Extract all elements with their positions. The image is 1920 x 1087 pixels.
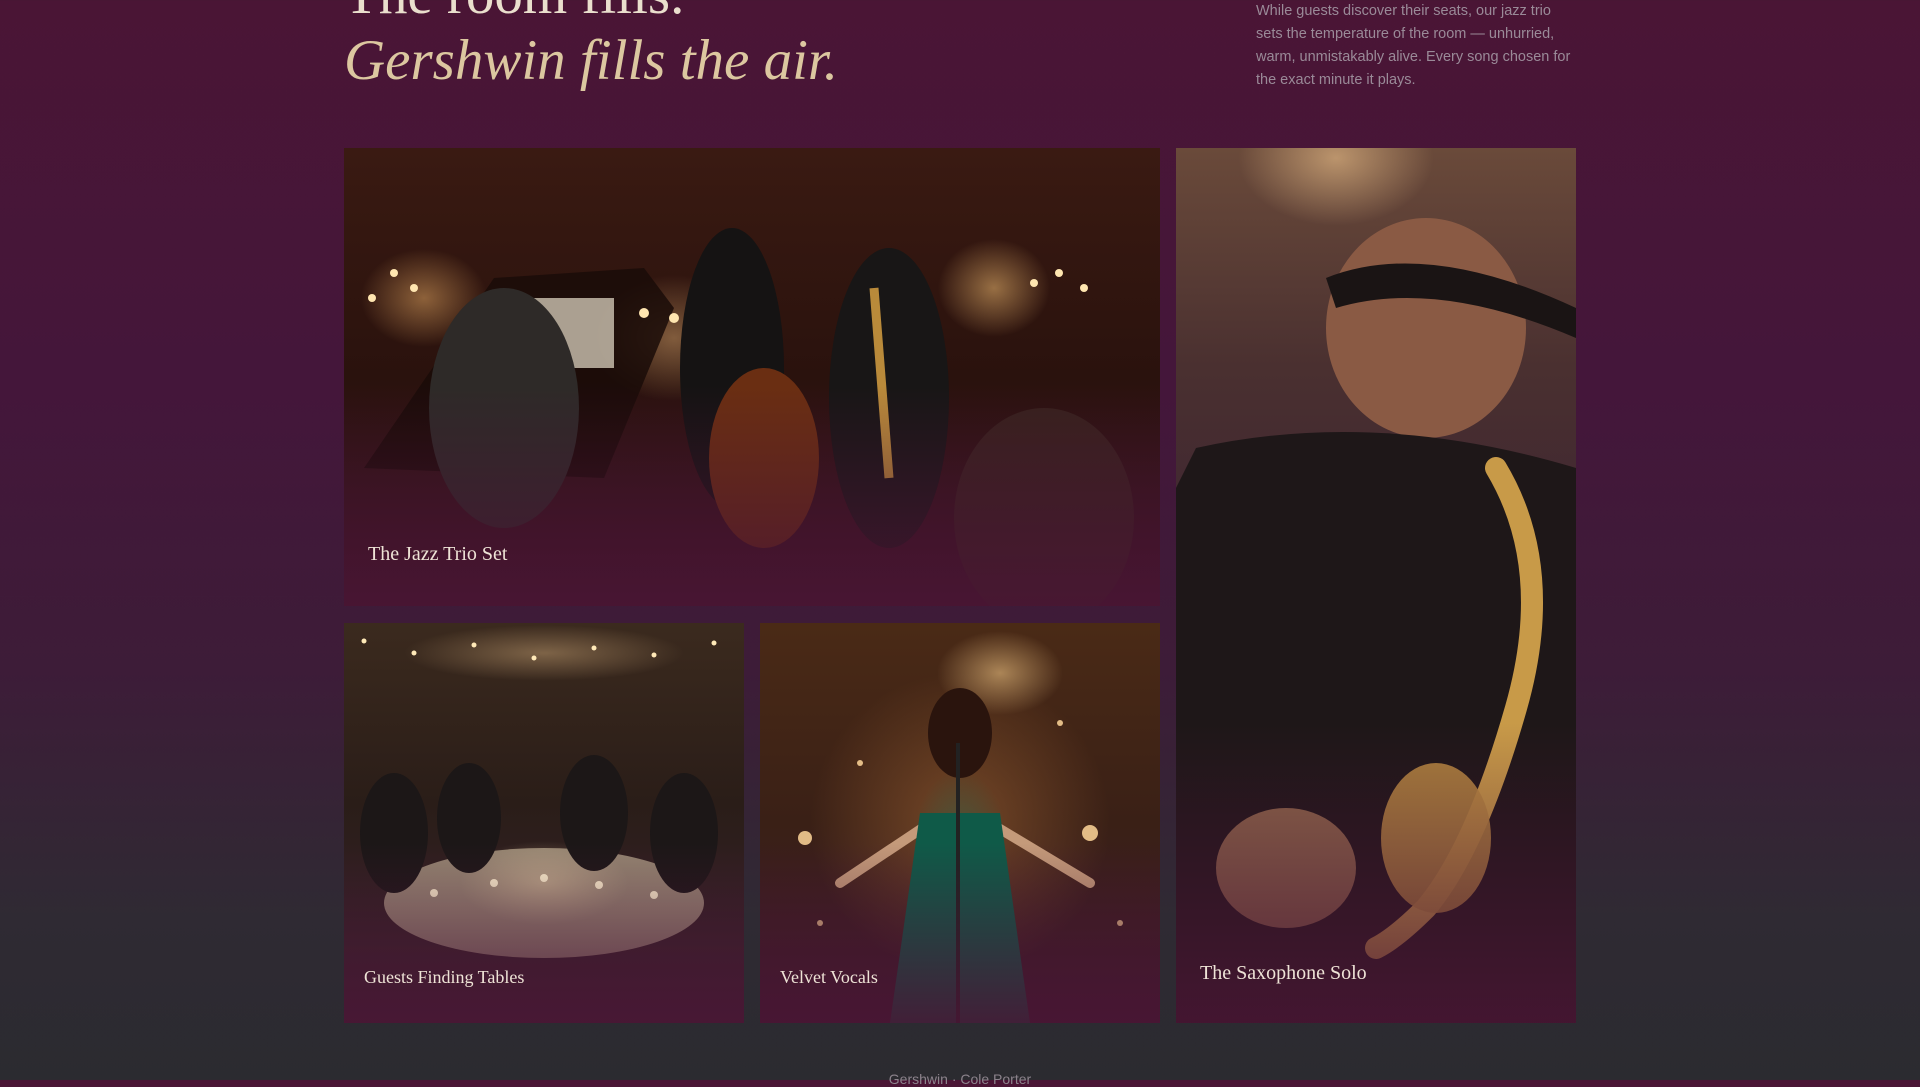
tile-caption-saxophone: The Saxophone Solo	[1200, 962, 1367, 984]
hero-intro-text: While guests discover their seats, our j…	[1256, 3, 1571, 88]
gallery-tile-vocals[interactable]: Velvet Vocals	[760, 623, 1160, 1023]
tile-shade	[344, 386, 1160, 606]
tile-caption-jazz-trio: The Jazz Trio Set	[368, 543, 508, 565]
hero-title-line1: The room fills.	[344, 0, 838, 28]
tile-shade	[344, 843, 744, 1023]
tile-shade	[760, 843, 1160, 1023]
hero-title-line2: Gershwin fills the air.	[344, 29, 839, 92]
hero-title: The room fills. Gershwin fills the air.	[344, 0, 838, 94]
tile-caption-guests: Guests Finding Tables	[364, 967, 525, 987]
gallery-tile-guests[interactable]: Guests Finding Tables	[344, 623, 744, 1023]
gallery-tile-jazz-trio[interactable]: The Jazz Trio Set	[344, 148, 1160, 606]
gallery-tile-saxophone[interactable]: The Saxophone Solo	[1176, 148, 1576, 1023]
footer-text: Gershwin · Cole Porter	[888, 1071, 1032, 1087]
tile-caption-vocals: Velvet Vocals	[780, 967, 878, 987]
